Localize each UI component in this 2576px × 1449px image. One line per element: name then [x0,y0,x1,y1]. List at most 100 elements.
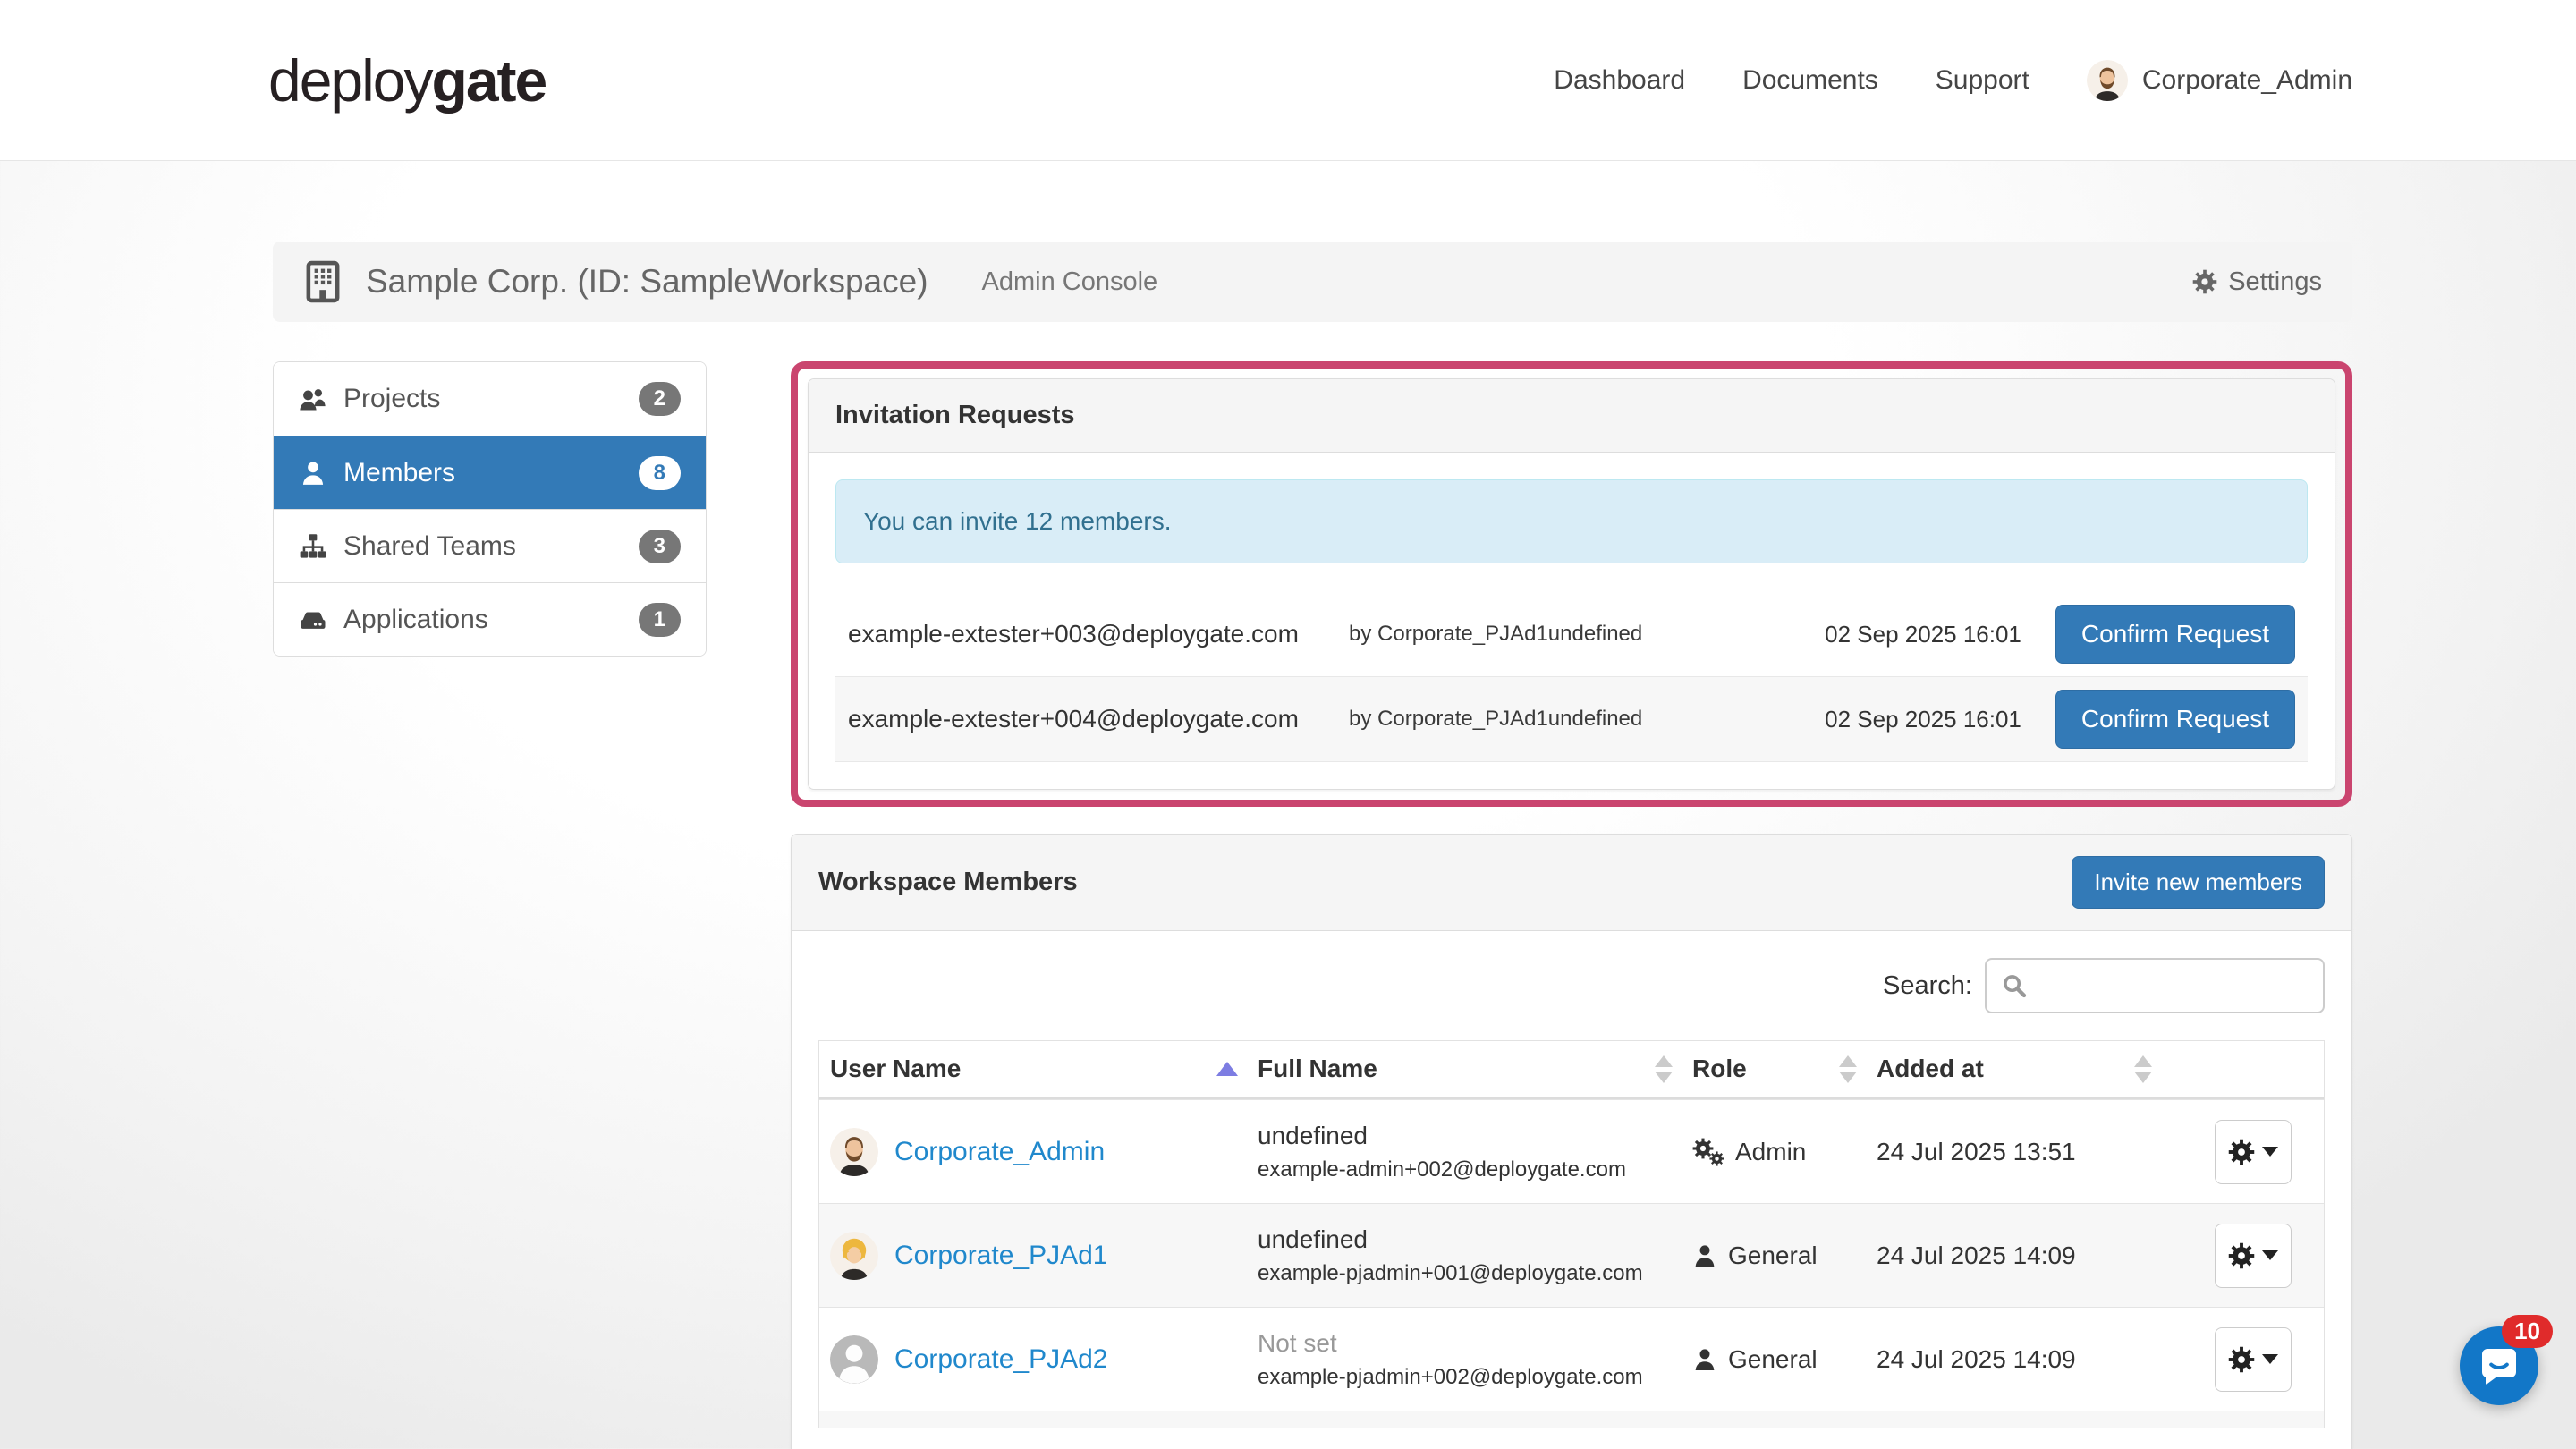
user-menu[interactable]: Corporate_Admin [2087,60,2352,101]
caret-down-icon [2262,1147,2278,1157]
user-icon [299,460,327,487]
deploygate-logo[interactable]: deploygate [268,47,546,114]
hdd-icon [299,606,327,633]
search-icon [2001,972,2028,999]
member-row: Corporate_PJAd1 undefined example-pjadmi… [819,1203,2324,1307]
caret-down-icon [2262,1354,2278,1364]
gear-icon [2228,1139,2255,1165]
member-username-link[interactable]: Corporate_PJAd1 [894,1241,1107,1271]
nav-dashboard[interactable]: Dashboard [1554,65,1685,96]
members-search-input[interactable] [1985,958,2325,1013]
invitation-request-row: example-extester+003@deploygate.com by C… [835,592,2308,677]
gear-icon [2192,269,2217,294]
invitation-email: example-extester+003@deploygate.com [848,615,1349,653]
member-row: Corporate_Admin undefined example-admin+… [819,1099,2324,1203]
chat-bubble-icon [2478,1344,2521,1387]
sidebar-item-shared-teams[interactable]: Shared Teams 3 [274,509,706,582]
workspace-members-title: Workspace Members [818,868,1078,897]
member-role: Admin [1735,1138,1806,1166]
confirm-request-button[interactable]: Confirm Request [2055,605,2295,664]
sidebar-label-shared-teams: Shared Teams [343,531,516,562]
member-actions-dropdown[interactable] [2215,1327,2292,1392]
sidebar-item-projects[interactable]: Projects 2 [274,362,706,436]
nav-support[interactable]: Support [1936,65,2029,96]
member-row-partial [819,1411,2324,1428]
building-icon [303,260,343,303]
admin-console-label: Admin Console [982,267,1158,297]
invitation-request-row: example-extester+004@deploygate.com by C… [835,677,2308,762]
sitemap-icon [299,533,327,560]
invitation-requested-by: by Corporate_PJAd1undefined [1349,707,1825,732]
member-role: General [1728,1241,1818,1270]
invitation-requested-by: by Corporate_PJAd1undefined [1349,622,1825,647]
person-icon [1692,1243,1717,1268]
invitation-requests-panel: Invitation Requests You can invite 12 me… [808,378,2335,790]
column-header-role[interactable]: Role [1692,1055,1877,1083]
shared-teams-count-badge: 3 [639,530,681,564]
member-username-link[interactable]: Corporate_PJAd2 [894,1344,1107,1375]
users-icon [299,386,327,412]
sidebar-item-applications[interactable]: Applications 1 [274,582,706,656]
workspace-members-panel: Workspace Members Invite new members Sea… [791,834,2352,1449]
member-added-at: 24 Jul 2025 14:09 [1877,1345,2172,1374]
members-table: User Name Full Name Role [818,1040,2325,1428]
invitation-email: example-extester+004@deploygate.com [848,700,1349,738]
member-added-at: 24 Jul 2025 13:51 [1877,1138,2172,1166]
sidebar-item-members[interactable]: Members 8 [274,436,706,509]
search-label: Search: [1883,971,1972,1001]
invite-quota-alert: You can invite 12 members. [835,479,2308,564]
members-count-badge: 8 [639,456,681,490]
member-added-at: 24 Jul 2025 14:09 [1877,1241,2172,1270]
invitation-date: 02 Sep 2025 16:01 [1825,621,2021,648]
column-header-user-name[interactable]: User Name [830,1055,1258,1083]
member-full-name: undefined [1258,1122,1692,1150]
workspace-title: Sample Corp. (ID: SampleWorkspace) [366,263,928,301]
member-actions-dropdown[interactable] [2215,1120,2292,1184]
member-actions-dropdown[interactable] [2215,1224,2292,1288]
unread-count-badge: 10 [2502,1315,2553,1348]
confirm-request-button[interactable]: Confirm Request [2055,690,2295,749]
sidebar-label-projects: Projects [343,384,440,414]
members-table-header: User Name Full Name Role [819,1041,2324,1099]
column-header-full-name[interactable]: Full Name [1258,1055,1692,1083]
woman-avatar [830,1232,878,1280]
invite-new-members-button[interactable]: Invite new members [2072,856,2325,909]
member-email: example-pjadmin+001@deploygate.com [1258,1261,1692,1286]
sort-icon [2134,1055,2152,1083]
settings-label: Settings [2228,267,2322,297]
invitation-requests-title: Invitation Requests [835,401,1075,430]
member-full-name: Not set [1258,1329,1692,1358]
logo-text-bold: gate [432,47,547,114]
placeholder-avatar [830,1335,878,1384]
sort-ascending-icon [1216,1062,1238,1076]
settings-link[interactable]: Settings [2192,267,2322,297]
caret-down-icon [2262,1250,2278,1260]
member-role: General [1728,1345,1818,1374]
column-header-added-at[interactable]: Added at [1877,1055,2172,1083]
man-avatar [830,1128,878,1176]
applications-count-badge: 1 [639,603,681,637]
member-email: example-pjadmin+002@deploygate.com [1258,1365,1692,1390]
member-email: example-admin+002@deploygate.com [1258,1157,1692,1182]
invitation-date: 02 Sep 2025 16:01 [1825,706,2021,733]
workspace-header: Sample Corp. (ID: SampleWorkspace) Admin… [273,242,2352,322]
top-navbar: deploygate Dashboard Documents Support C… [0,0,2576,161]
member-full-name: undefined [1258,1225,1692,1254]
user-menu-label: Corporate_Admin [2142,65,2352,96]
cogs-icon [1692,1138,1724,1166]
chat-launcher-button[interactable]: 10 [2460,1326,2538,1405]
gear-icon [2228,1346,2255,1373]
top-nav: Dashboard Documents Support Corporate_Ad… [1554,60,2352,101]
member-username-link[interactable]: Corporate_Admin [894,1137,1105,1167]
workspace-members-heading: Workspace Members Invite new members [792,835,2351,931]
gear-icon [2228,1242,2255,1269]
person-icon [1692,1347,1717,1372]
invitation-requests-heading: Invitation Requests [809,379,2334,453]
members-search-row: Search: [818,958,2325,1013]
sort-icon [1655,1055,1673,1083]
nav-documents[interactable]: Documents [1742,65,1878,96]
user-avatar [2087,60,2128,101]
sort-icon [1839,1055,1857,1083]
sidebar: Projects 2 Members 8 Shared Teams 3 Appl… [273,361,707,657]
sidebar-label-members: Members [343,458,455,488]
